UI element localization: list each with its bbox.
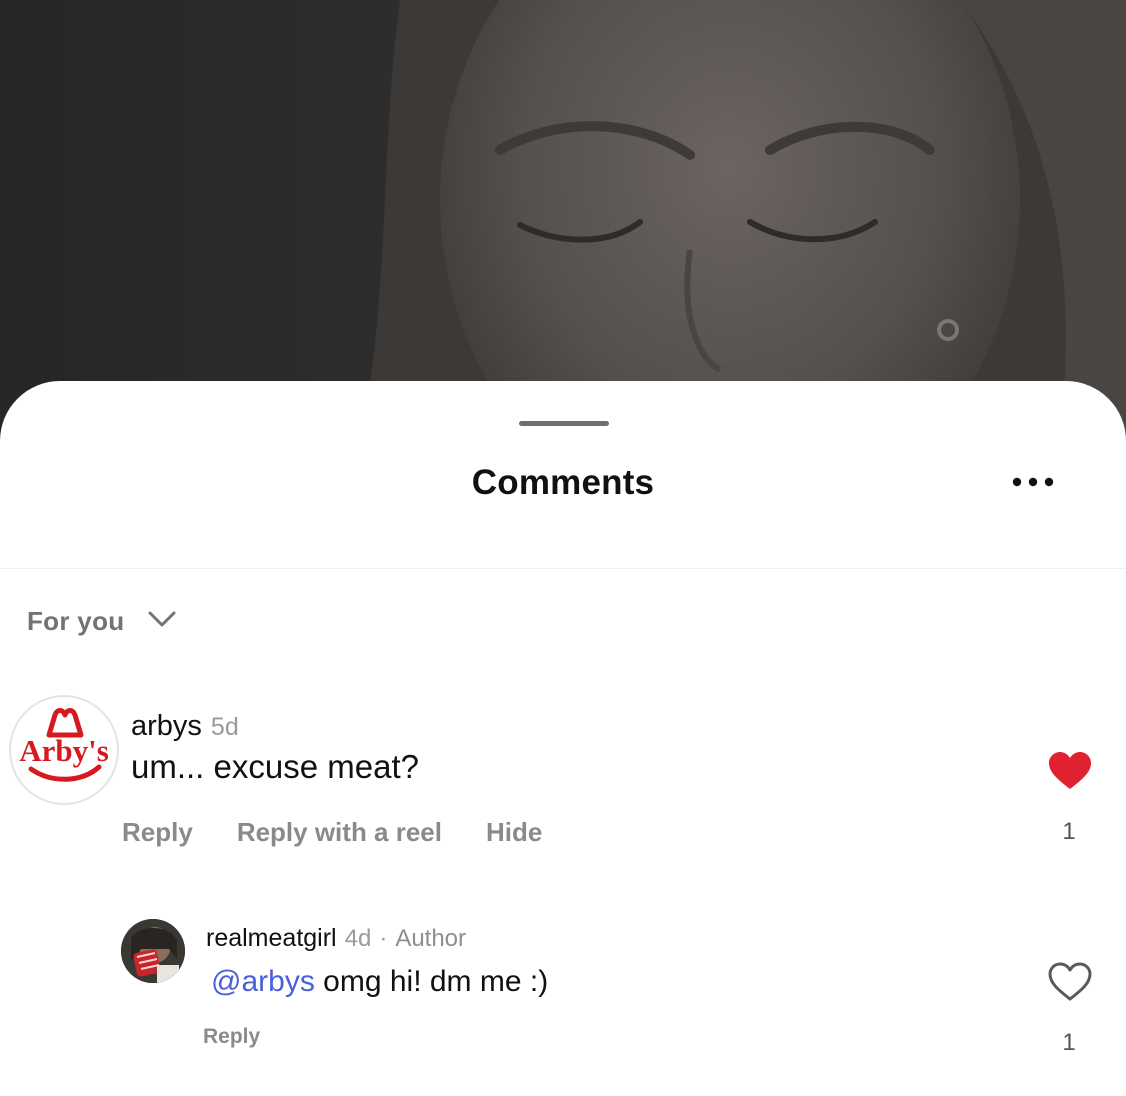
avatar[interactable]: Arby's [9,695,119,805]
like-button[interactable] [1047,751,1093,791]
reply-username[interactable]: realmeatgirl [206,924,337,953]
header-divider [0,568,1126,569]
avatar[interactable] [121,919,185,983]
reply-actions: Reply [203,1025,260,1049]
comment-header: arbys 5d [131,710,239,743]
heart-outline-icon [1048,962,1092,1001]
reply-with-reel-button[interactable]: Reply with a reel [237,817,442,848]
app-screen: Comments For you Arby's arbys 5d um... e… [0,0,1126,1096]
sort-dropdown[interactable]: For you [27,603,176,639]
reply-text: @arbys omg hi! dm me :) [211,965,548,999]
comment-text: um... excuse meat? [131,748,419,785]
reply-body: omg hi! dm me :) [314,965,549,998]
reply-button[interactable]: Reply [203,1025,260,1049]
reply-header: realmeatgirl 4d · Author [206,924,466,953]
comment-username[interactable]: arbys [131,710,202,743]
reply-button[interactable]: Reply [122,817,193,848]
profile-photo [121,919,185,983]
reply-timestamp: 4d [344,925,372,952]
chevron-down-icon [148,610,176,633]
like-count: 1 [1062,818,1076,845]
heart-filled-icon [1049,752,1091,789]
sort-label: For you [27,605,125,636]
hide-button[interactable]: Hide [486,817,542,848]
like-count: 1 [1062,1029,1076,1056]
separator-dot: · [379,925,388,952]
sheet-drag-handle[interactable] [519,421,609,426]
comment-actions: Reply Reply with a reel Hide [122,817,542,848]
author-badge: Author [395,925,467,952]
comments-sheet: Comments For you Arby's arbys 5d um... e… [0,381,1126,1096]
video-still-image [0,0,1126,440]
more-options-button[interactable] [1008,467,1058,497]
sheet-title: Comments [471,463,655,502]
background-video-frame [0,0,1126,440]
arbys-logo-avatar: Arby's [19,708,109,782]
like-button[interactable] [1047,962,1093,1002]
more-horizontal-icon [1012,477,1054,487]
comment-timestamp: 5d [210,713,239,741]
arbys-logo-text: Arby's [19,733,109,768]
mention-link[interactable]: @arbys [211,965,315,998]
